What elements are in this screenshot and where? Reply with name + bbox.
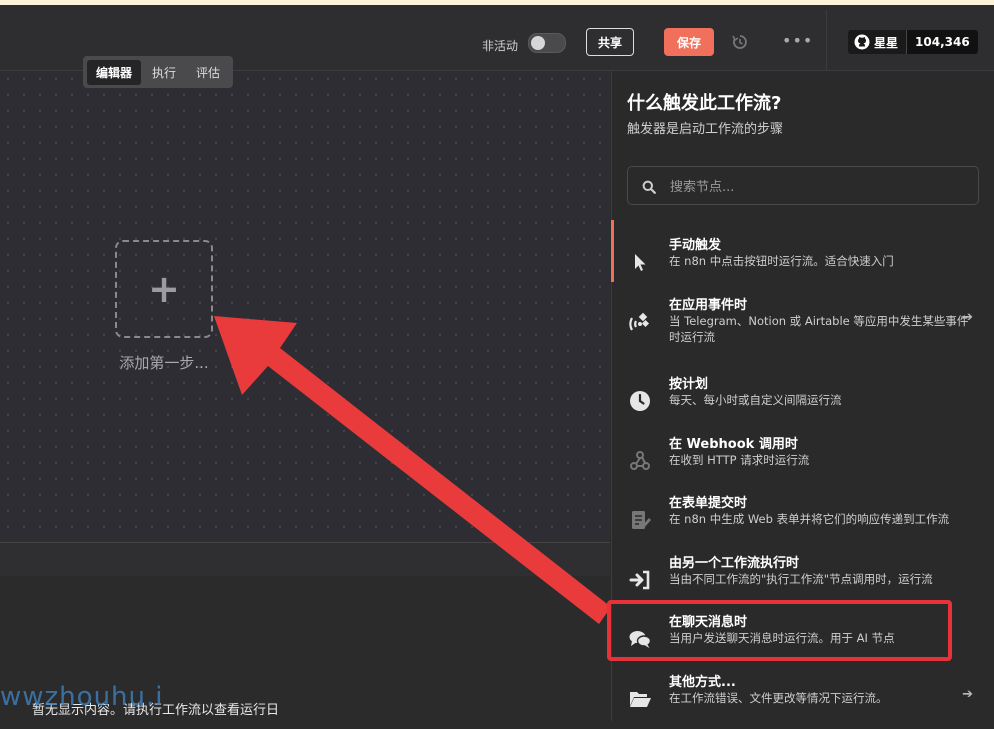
annotation-highlight-box xyxy=(607,600,952,661)
